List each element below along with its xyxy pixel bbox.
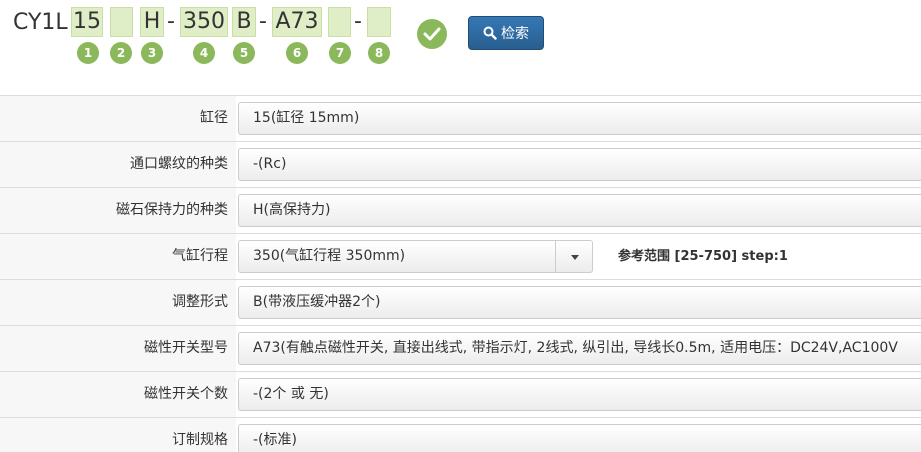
cushion-select[interactable]: B(带液压缓冲器2个): [238, 286, 921, 319]
row-label: 调整形式: [0, 280, 236, 325]
check-icon: [417, 19, 447, 49]
magnet-force-select[interactable]: H(高保持力): [238, 194, 921, 227]
model-code-bar: CY1L 15 H - 350 B - A73 - 1 2 3 4 5 6 7 …: [0, 0, 921, 95]
code-segment-1[interactable]: 15: [71, 7, 103, 37]
spec-row-bore: 缸径 15(缸径 15mm): [0, 96, 921, 142]
spec-row-port-thread: 通口螺纹的种类 -(Rc): [0, 142, 921, 188]
code-segment-6[interactable]: A73: [272, 7, 322, 37]
code-segment-2[interactable]: [110, 7, 133, 37]
segment-number-5: 5: [233, 42, 255, 64]
segment-number-2: 2: [110, 42, 132, 64]
code-dash-3: -: [354, 9, 362, 34]
row-label: 通口螺纹的种类: [0, 142, 236, 187]
spec-row-cushion: 调整形式 B(带液压缓冲器2个): [0, 280, 921, 326]
code-segment-7[interactable]: [328, 7, 351, 37]
switch-model-select[interactable]: A73(有触点磁性开关, 直接出线式, 带指示灯, 2线式, 纵引出, 导线长0…: [238, 332, 921, 365]
code-segment-5[interactable]: B: [232, 7, 256, 37]
code-dash-2: -: [259, 9, 267, 34]
spec-table: 缸径 15(缸径 15mm) 通口螺纹的种类 -(Rc) 磁石保持力的种类 H(…: [0, 95, 921, 452]
row-label: 磁石保持力的种类: [0, 188, 236, 233]
row-label: 磁性开关个数: [0, 372, 236, 417]
row-label: 气缸行程: [0, 234, 236, 279]
port-thread-select[interactable]: -(Rc): [238, 148, 921, 181]
search-button[interactable]: 检索: [468, 16, 544, 50]
spec-row-stroke: 气缸行程 350(气缸行程 350mm) 参考范围 [25-750] step:…: [0, 234, 921, 280]
custom-spec-select[interactable]: -(标准): [238, 424, 921, 452]
segment-number-6: 6: [286, 42, 308, 64]
code-dash-1: -: [167, 9, 175, 34]
search-icon: [483, 26, 497, 40]
switch-count-select[interactable]: -(2个 或 无): [238, 378, 921, 411]
segment-number-3: 3: [141, 42, 163, 64]
row-label: 缸径: [0, 96, 236, 141]
spec-row-magnet-force: 磁石保持力的种类 H(高保持力): [0, 188, 921, 234]
code-segment-3[interactable]: H: [140, 7, 164, 37]
spec-row-custom: 订制规格 -(标准): [0, 418, 921, 452]
code-segment-4[interactable]: 350: [180, 7, 228, 37]
segment-number-7: 7: [329, 42, 351, 64]
row-label: 磁性开关型号: [0, 326, 236, 371]
segment-number-1: 1: [77, 42, 99, 64]
chevron-down-icon[interactable]: [555, 240, 593, 273]
segment-number-8: 8: [368, 42, 390, 64]
model-prefix: CY1L: [13, 10, 68, 35]
row-label: 订制规格: [0, 418, 236, 452]
spec-row-switch-model: 磁性开关型号 A73(有触点磁性开关, 直接出线式, 带指示灯, 2线式, 纵引…: [0, 326, 921, 372]
search-button-label: 检索: [501, 25, 529, 41]
spec-row-switch-count: 磁性开关个数 -(2个 或 无): [0, 372, 921, 418]
code-segment-8[interactable]: [367, 7, 391, 37]
stroke-input[interactable]: 350(气缸行程 350mm): [238, 240, 555, 273]
segment-number-4: 4: [193, 42, 215, 64]
bore-select[interactable]: 15(缸径 15mm): [238, 102, 921, 135]
stroke-range-hint: 参考范围 [25-750] step:1: [618, 249, 788, 264]
